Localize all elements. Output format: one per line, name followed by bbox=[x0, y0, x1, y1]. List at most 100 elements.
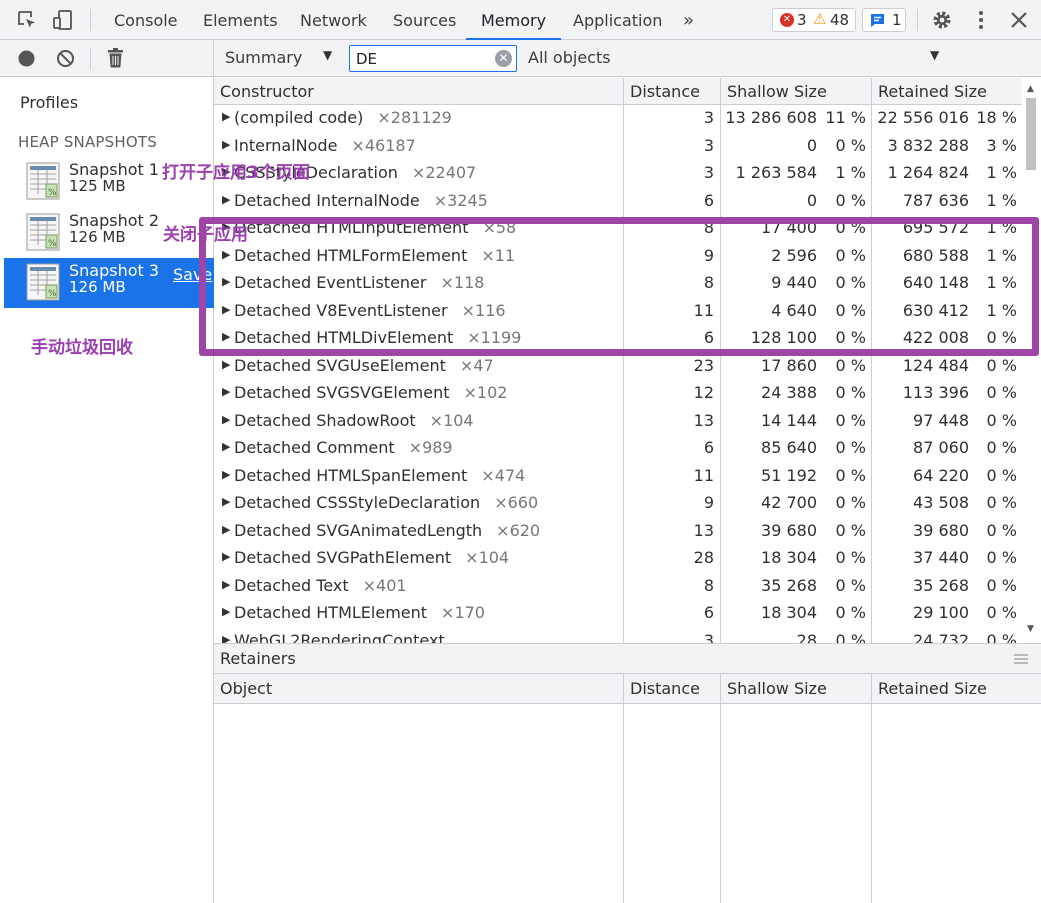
clear-icon[interactable] bbox=[56, 49, 75, 68]
expand-arrow-icon[interactable]: ▶ bbox=[222, 495, 230, 508]
clear-filter-icon[interactable]: ✕ bbox=[495, 50, 512, 67]
constructor-name: Detached SVGAnimatedLength bbox=[234, 520, 483, 540]
expand-arrow-icon[interactable]: ▶ bbox=[222, 468, 230, 481]
class-filter-input[interactable] bbox=[356, 49, 486, 69]
column-shallow-size[interactable]: Shallow Size bbox=[721, 674, 827, 704]
table-row[interactable]: ▶ Detached SVGPathElement ×104 28 18 304 0 % 3… bbox=[214, 546, 1020, 574]
expand-arrow-icon[interactable]: ▶ bbox=[222, 275, 230, 288]
table-row[interactable]: ▶ Detached InternalNode ×3245 6 0 0 % 787 636 1… bbox=[214, 189, 1020, 217]
column-constructor[interactable]: Constructor bbox=[214, 78, 624, 105]
instance-count: ×11 bbox=[481, 245, 516, 265]
distance-cell: 6 bbox=[703, 438, 714, 457]
drag-handle-icon[interactable] bbox=[1014, 653, 1028, 665]
inspect-element-icon[interactable] bbox=[16, 9, 38, 31]
chevron-down-icon[interactable]: ▼ bbox=[323, 48, 332, 62]
expand-arrow-icon[interactable]: ▶ bbox=[222, 193, 230, 206]
table-row[interactable]: ▶ Detached HTMLInputElement ×58 8 17 400 0 % 6… bbox=[214, 216, 1020, 244]
instance-count: ×281129 bbox=[377, 108, 452, 127]
tab-application[interactable]: Application bbox=[573, 0, 662, 40]
object-filter-select[interactable]: All objects bbox=[528, 48, 611, 67]
constructor-name: Detached HTMLElement bbox=[234, 603, 428, 622]
table-row[interactable]: ▶ CSSStyleDeclaration ×22407 3 1 263 584 1 % 1… bbox=[214, 161, 1020, 189]
table-row[interactable]: ▶ Detached SVGAnimatedLength ×620 13 39 680 0… bbox=[214, 519, 1020, 547]
scroll-up-icon[interactable]: ▲ bbox=[1027, 84, 1034, 94]
tab-console[interactable]: Console bbox=[114, 0, 178, 40]
expand-arrow-icon[interactable]: ▶ bbox=[222, 330, 230, 343]
scroll-down-icon[interactable]: ▼ bbox=[1027, 624, 1034, 634]
expand-arrow-icon[interactable]: ▶ bbox=[222, 138, 230, 151]
record-icon[interactable] bbox=[17, 49, 36, 68]
table-scrollbar[interactable]: ▲ ▼ bbox=[1022, 78, 1041, 643]
shallow-percent-cell: 0 % bbox=[835, 575, 866, 595]
shallow-percent-cell: 0 % bbox=[835, 548, 866, 567]
column-distance[interactable]: Distance bbox=[624, 78, 721, 105]
table-row[interactable]: ▶ Detached V8EventListener ×116 11 4 640 0 % 6… bbox=[214, 299, 1020, 327]
device-toolbar-icon[interactable] bbox=[52, 9, 74, 31]
save-snapshot-link[interactable]: Save bbox=[173, 265, 212, 284]
settings-gear-icon[interactable] bbox=[931, 9, 953, 31]
shallow-size-cell: 0 bbox=[806, 135, 817, 155]
retained-size-cell: 680 588 bbox=[902, 245, 969, 265]
expand-arrow-icon[interactable]: ▶ bbox=[222, 523, 230, 536]
table-row[interactable]: ▶ Detached Comment ×989 6 85 640 0 % 87 060 0 % bbox=[214, 436, 1020, 464]
distance-cell: 8 bbox=[703, 273, 714, 292]
class-filter[interactable]: ✕ bbox=[349, 45, 517, 72]
chevron-down-icon[interactable]: ▼ bbox=[930, 48, 939, 62]
profiles-heading[interactable]: Profiles bbox=[20, 93, 78, 112]
shallow-size-cell: 2 596 bbox=[771, 245, 817, 265]
constructor-name: Detached HTMLFormElement bbox=[234, 245, 468, 265]
expand-arrow-icon[interactable]: ▶ bbox=[222, 110, 230, 123]
expand-arrow-icon[interactable]: ▶ bbox=[222, 440, 230, 453]
heap-snapshot-icon: % bbox=[26, 213, 60, 251]
expand-arrow-icon[interactable]: ▶ bbox=[222, 413, 230, 426]
expand-arrow-icon[interactable]: ▶ bbox=[222, 358, 230, 371]
shallow-size-cell: 24 388 bbox=[761, 383, 817, 402]
issues-counter[interactable]: ✕ 3 ⚠ 48 bbox=[772, 8, 856, 32]
instance-count: ×3245 bbox=[433, 190, 488, 210]
tab-sources[interactable]: Sources bbox=[393, 0, 456, 40]
constructor-cell: Detached Comment ×989 bbox=[234, 438, 453, 457]
column-retained-size[interactable]: Retained Size bbox=[872, 674, 987, 704]
messages-counter[interactable]: 1 bbox=[862, 8, 906, 32]
expand-arrow-icon[interactable]: ▶ bbox=[222, 303, 230, 316]
expand-arrow-icon[interactable]: ▶ bbox=[222, 248, 230, 261]
column-distance[interactable]: Distance bbox=[624, 674, 700, 704]
expand-arrow-icon[interactable]: ▶ bbox=[222, 605, 230, 618]
table-row[interactable]: ▶ Detached ShadowRoot ×104 13 14 144 0 % 97 44… bbox=[214, 409, 1020, 437]
instance-count: ×102 bbox=[463, 383, 508, 402]
expand-arrow-icon[interactable]: ▶ bbox=[222, 578, 230, 591]
expand-arrow-icon[interactable]: ▶ bbox=[222, 633, 230, 644]
column-shallow-size[interactable]: Shallow Size bbox=[721, 78, 872, 105]
table-row[interactable]: ▶ Detached CSSStyleDeclaration ×660 9 42 700… bbox=[214, 491, 1020, 519]
table-row[interactable]: ▶ (compiled code) ×281129 3 13 286 608 11 % 22… bbox=[214, 106, 1020, 134]
tab-memory[interactable]: Memory bbox=[466, 0, 562, 40]
trash-icon[interactable] bbox=[107, 48, 124, 68]
shallow-size-cell: 1 263 584 bbox=[735, 163, 817, 182]
table-row[interactable]: ▶ Detached Text ×401 8 35 268 0 % 35 268 0 % bbox=[214, 574, 1020, 602]
more-tabs-icon[interactable]: » bbox=[683, 0, 694, 40]
table-row[interactable]: ▶ Detached SVGUseElement ×47 23 17 860 0 % 124… bbox=[214, 354, 1020, 382]
table-row[interactable]: ▶ Detached HTMLSpanElement ×474 11 51 192 0 %… bbox=[214, 464, 1020, 492]
table-row[interactable]: ▶ Detached HTMLElement ×170 6 18 304 0 % 29 10… bbox=[214, 601, 1020, 629]
more-options-icon[interactable] bbox=[970, 9, 992, 31]
expand-arrow-icon[interactable]: ▶ bbox=[222, 550, 230, 563]
column-object[interactable]: Object bbox=[214, 674, 272, 704]
table-row[interactable]: ▶ InternalNode ×46187 3 0 0 % 3 832 288 3 % bbox=[214, 134, 1020, 162]
warning-icon: ⚠ bbox=[813, 10, 827, 28]
table-row[interactable]: ▶ Detached EventListener ×118 8 9 440 0 % 640 … bbox=[214, 271, 1020, 299]
distance-cell: 12 bbox=[693, 383, 714, 402]
svg-text:%: % bbox=[48, 289, 57, 299]
view-select[interactable]: Summary bbox=[225, 48, 302, 67]
column-retained-size[interactable]: Retained Size bbox=[872, 78, 1041, 105]
tab-elements[interactable]: Elements bbox=[203, 0, 278, 40]
retained-percent-cell: 0 % bbox=[986, 575, 1017, 595]
table-row[interactable]: ▶ Detached HTMLDivElement ×1199 6 128 100 0 %… bbox=[214, 326, 1020, 354]
close-devtools-icon[interactable] bbox=[1008, 9, 1030, 31]
table-row[interactable]: ▶ Detached HTMLFormElement ×11 9 2 596 0 % 680… bbox=[214, 244, 1020, 272]
expand-arrow-icon[interactable]: ▶ bbox=[222, 385, 230, 398]
table-row[interactable]: ▶ Detached SVGSVGElement ×102 12 24 388 0 % 11… bbox=[214, 381, 1020, 409]
scroll-thumb[interactable] bbox=[1026, 98, 1036, 170]
snapshot-item-selected[interactable]: % Snapshot 3 126 MB Save bbox=[4, 258, 214, 308]
table-row[interactable]: ▶ WebGL2RenderingContext 3 28 0 % 24 732 0 % bbox=[214, 629, 1020, 644]
tab-network[interactable]: Network bbox=[300, 0, 367, 40]
